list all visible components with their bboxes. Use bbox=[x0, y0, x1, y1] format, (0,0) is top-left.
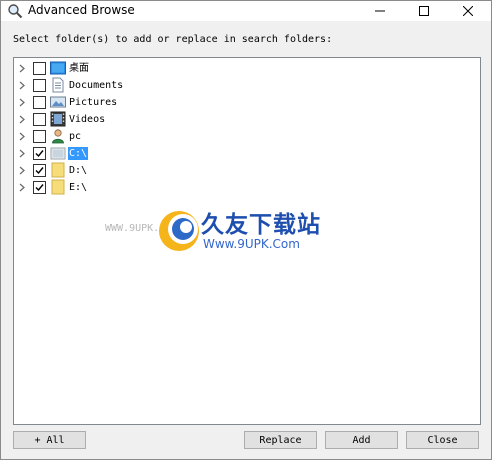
tree-item[interactable]: 桌面 bbox=[14, 60, 314, 77]
minimize-icon bbox=[375, 10, 385, 12]
folder-tree[interactable]: 桌面 Documents Pictures Videos pc C:\ D:\ … bbox=[13, 57, 481, 425]
add-button[interactable]: Add bbox=[325, 431, 398, 449]
close-button[interactable]: Close bbox=[406, 431, 479, 449]
add-all-button[interactable]: + All bbox=[13, 431, 86, 449]
magnifier-icon bbox=[8, 4, 23, 19]
checkmark-icon bbox=[35, 167, 44, 175]
tree-item-label: D:\ bbox=[69, 165, 88, 176]
instruction-label: Select folder(s) to add or replace in se… bbox=[13, 34, 333, 45]
tree-item-label: C:\ bbox=[68, 147, 89, 160]
window-title: Advanced Browse bbox=[28, 3, 135, 17]
tree-item[interactable]: Documents bbox=[14, 77, 314, 94]
folder-checkbox[interactable] bbox=[33, 62, 46, 75]
close-window-button[interactable] bbox=[446, 1, 490, 21]
checkmark-icon bbox=[35, 184, 44, 192]
tree-item[interactable]: D:\ bbox=[14, 162, 314, 179]
minimize-button[interactable] bbox=[358, 1, 402, 21]
folder-checkbox[interactable] bbox=[33, 130, 46, 143]
folder-checkbox[interactable] bbox=[33, 164, 46, 177]
chevron-right-icon[interactable] bbox=[18, 64, 26, 73]
chevron-right-icon[interactable] bbox=[18, 81, 26, 90]
tree-item[interactable]: E:\ bbox=[14, 179, 314, 196]
tree-item[interactable]: C:\ bbox=[14, 145, 314, 162]
maximize-button[interactable] bbox=[402, 1, 446, 21]
tree-item-label: 桌面 bbox=[69, 63, 89, 74]
folder-checkbox[interactable] bbox=[33, 113, 46, 126]
folder-checkbox[interactable] bbox=[33, 79, 46, 92]
chevron-right-icon[interactable] bbox=[18, 149, 26, 158]
tree-item-label: pc bbox=[69, 131, 82, 142]
chevron-right-icon[interactable] bbox=[18, 166, 26, 175]
maximize-icon bbox=[419, 6, 429, 16]
close-icon bbox=[463, 6, 473, 16]
user-icon bbox=[52, 129, 64, 144]
advanced-browse-window: Advanced Browse Select folder(s) to add … bbox=[0, 0, 492, 460]
drive-icon bbox=[50, 147, 66, 160]
tree-item[interactable]: Pictures bbox=[14, 94, 314, 111]
chevron-right-icon[interactable] bbox=[18, 115, 26, 124]
title-bar[interactable]: Advanced Browse bbox=[1, 1, 491, 21]
tree-item[interactable]: Videos bbox=[14, 111, 314, 128]
folder-icon bbox=[51, 179, 65, 195]
tree-item-label: E:\ bbox=[69, 182, 88, 193]
folder-checkbox[interactable] bbox=[33, 147, 46, 160]
tree-item-label: Documents bbox=[69, 80, 124, 91]
replace-button[interactable]: Replace bbox=[244, 431, 317, 449]
folder-icon bbox=[51, 162, 65, 178]
videos-icon bbox=[50, 111, 66, 127]
folder-checkbox[interactable] bbox=[33, 181, 46, 194]
chevron-right-icon[interactable] bbox=[18, 183, 26, 192]
tree-item[interactable]: pc bbox=[14, 128, 314, 145]
tree-item-label: Pictures bbox=[69, 97, 118, 108]
checkmark-icon bbox=[35, 150, 44, 158]
chevron-right-icon[interactable] bbox=[18, 132, 26, 141]
pictures-icon bbox=[50, 96, 66, 108]
documents-icon bbox=[52, 77, 64, 93]
tree-item-label: Videos bbox=[69, 114, 106, 125]
chevron-right-icon[interactable] bbox=[18, 98, 26, 107]
desktop-icon bbox=[50, 61, 66, 75]
folder-checkbox[interactable] bbox=[33, 96, 46, 109]
